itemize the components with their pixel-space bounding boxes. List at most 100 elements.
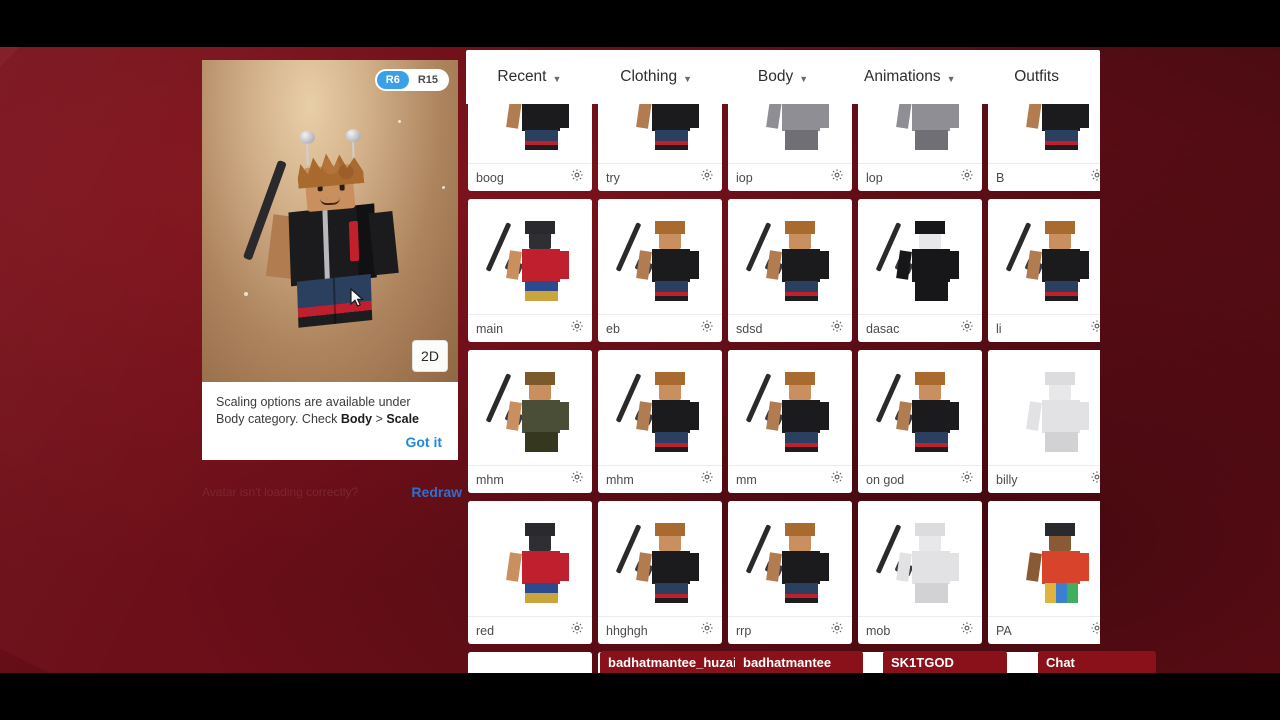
preview-torso (912, 550, 950, 584)
outfit-avatar-preview (482, 104, 578, 154)
chevron-down-icon: ▼ (799, 74, 809, 84)
outfit-card[interactable]: eb (598, 199, 722, 342)
outfit-meta-row: on god (858, 465, 982, 493)
tab-clothing[interactable]: Clothing ▼ (593, 50, 720, 104)
gear-icon[interactable] (960, 168, 974, 187)
gear-icon[interactable] (570, 470, 584, 489)
preview-torso (912, 104, 950, 131)
outfit-card[interactable]: dasac (858, 199, 982, 342)
rig-type-toggle[interactable]: R6 R15 (374, 69, 449, 91)
outfit-avatar-preview (612, 511, 708, 607)
preview-arm-left (506, 400, 522, 431)
tab-recent[interactable]: Recent ▼ (466, 50, 593, 104)
outfit-card[interactable]: PA (988, 501, 1100, 644)
catalog-tabbar: Recent ▼ Clothing ▼ Body ▼ Animations ▼ Outfits (466, 50, 1100, 104)
view-2d-button[interactable]: 2D (412, 340, 448, 372)
outfit-card[interactable]: sdsd (728, 199, 852, 342)
rig-option-r15[interactable]: R15 (409, 71, 447, 89)
tab-animations[interactable]: Animations ▼ (846, 50, 973, 104)
gear-icon[interactable] (830, 621, 844, 640)
outfit-avatar-preview (1002, 511, 1098, 607)
chevron-down-icon: ▼ (552, 74, 562, 84)
outfit-card[interactable]: main (468, 199, 592, 342)
gear-icon[interactable] (700, 470, 714, 489)
redraw-row: Avatar isn't loading correctly? Redraw (202, 484, 462, 500)
preview-legs (785, 280, 818, 301)
tab-outfits[interactable]: Outfits (973, 50, 1100, 104)
outfit-name: lop (866, 170, 883, 185)
outfit-name: mhm (476, 472, 504, 487)
gear-icon[interactable] (830, 470, 844, 489)
antenna-ball-left (299, 130, 316, 145)
outfit-card[interactable]: red (468, 501, 592, 644)
gear-icon[interactable] (1090, 621, 1100, 640)
preview-arm-right (1078, 552, 1089, 581)
rig-option-r6[interactable]: R6 (376, 71, 409, 89)
gear-icon[interactable] (960, 470, 974, 489)
outfit-avatar-preview (872, 209, 968, 305)
outfit-meta-row: boog (468, 163, 592, 191)
outfit-card[interactable]: mhm (468, 350, 592, 493)
gear-icon[interactable] (960, 621, 974, 640)
outfit-card[interactable]: lop (858, 104, 982, 191)
chat-bar[interactable]: badhatmantee_huzaif badhatmantee SK1TGOD Ch… (0, 647, 1280, 673)
outfit-card[interactable]: boog (468, 104, 592, 191)
gear-icon[interactable] (830, 319, 844, 338)
outfit-thumbnail (858, 350, 982, 465)
gear-icon[interactable] (830, 168, 844, 187)
avatar-viewport[interactable]: R6 R15 2D (202, 60, 458, 382)
preview-arm-right (818, 552, 829, 581)
outfit-card[interactable]: billy (988, 350, 1100, 493)
gear-icon[interactable] (1090, 319, 1100, 338)
chat-segment[interactable]: Chat (1038, 651, 1156, 673)
preview-arm-right (558, 250, 569, 279)
outfit-card[interactable]: li (988, 199, 1100, 342)
preview-hair (785, 220, 815, 234)
outfit-card[interactable]: mm (728, 350, 852, 493)
outfit-card[interactable]: iop (728, 104, 852, 191)
preview-hair (915, 220, 945, 234)
gear-icon[interactable] (700, 621, 714, 640)
outfit-card[interactable]: on god (858, 350, 982, 493)
preview-legs (525, 280, 558, 301)
preview-hair (525, 371, 555, 385)
scaling-tooltip: Scaling options are available under Body… (202, 382, 458, 460)
preview-legs (915, 129, 948, 150)
outfit-card[interactable]: rrp (728, 501, 852, 644)
tab-label: Recent (497, 68, 547, 85)
gear-icon[interactable] (570, 621, 584, 640)
chat-segment[interactable]: badhatmantee_huzaif (600, 651, 750, 673)
outfit-card[interactable]: mob (858, 501, 982, 644)
gear-icon[interactable] (700, 168, 714, 187)
outfit-meta-row: mhm (468, 465, 592, 493)
outfit-card[interactable]: B (988, 104, 1100, 191)
outfit-name: hhghgh (606, 623, 648, 638)
gear-icon[interactable] (1090, 470, 1100, 489)
redraw-button[interactable]: Redraw (411, 484, 462, 500)
chat-segment-label: Chat (1046, 654, 1075, 670)
outfit-card[interactable]: try (598, 104, 722, 191)
preview-arm-right (818, 104, 829, 128)
preview-arm-left (636, 249, 652, 280)
chat-segment[interactable]: badhatmantee (735, 651, 863, 673)
outfit-grid-viewport[interactable]: boog try iop lop Bmain eb sdsd dasac li mhm mhm mm o… (466, 104, 1100, 673)
gear-icon[interactable] (570, 319, 584, 338)
gear-icon[interactable] (1090, 168, 1100, 187)
outfit-avatar-preview (482, 360, 578, 456)
outfit-card[interactable]: mhm (598, 350, 722, 493)
outfit-avatar-preview (872, 511, 968, 607)
tab-body[interactable]: Body ▼ (720, 50, 847, 104)
chat-segment[interactable]: SK1TGOD (883, 651, 1007, 673)
outfit-meta-row: hhghgh (598, 616, 722, 644)
outfit-thumbnail (598, 501, 722, 616)
gear-icon[interactable] (960, 319, 974, 338)
outfit-card[interactable]: hhghgh (598, 501, 722, 644)
outfit-thumbnail (988, 104, 1100, 163)
got-it-button[interactable]: Got it (216, 428, 444, 452)
preview-hair (1045, 371, 1075, 385)
preview-arm-right (818, 250, 829, 279)
gear-icon[interactable] (700, 319, 714, 338)
preview-hair (655, 522, 685, 536)
outfit-name: iop (736, 170, 753, 185)
gear-icon[interactable] (570, 168, 584, 187)
